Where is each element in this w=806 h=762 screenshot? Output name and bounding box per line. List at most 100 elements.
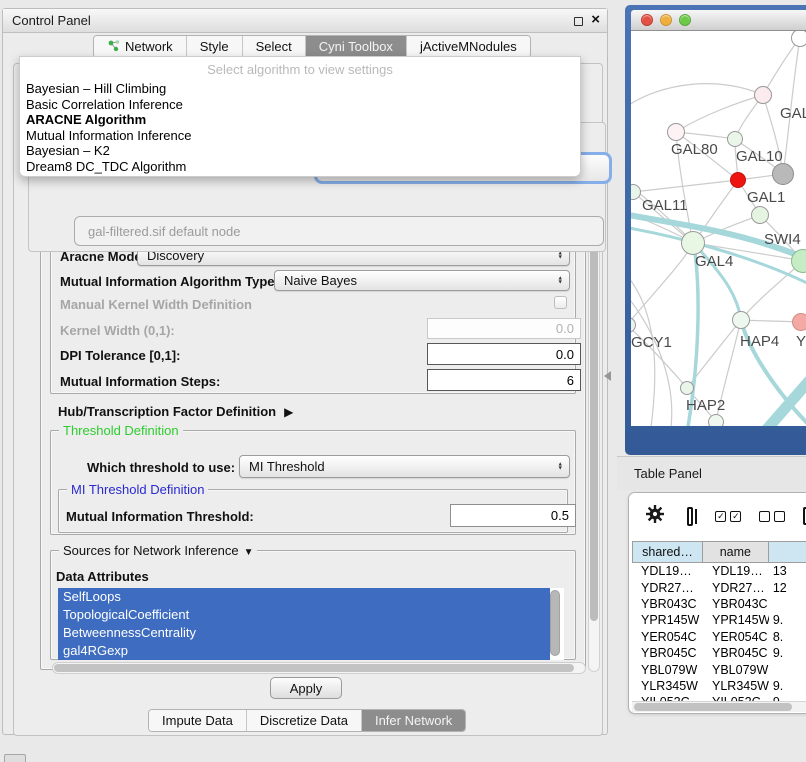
network-node-gal4[interactable]	[681, 231, 705, 255]
sources-group-title[interactable]: Sources for Network Inference ▼	[59, 543, 257, 558]
network-view-window: GALGAL80GAL10GAL1GAL11SWI4GAL4GCY1HAP4YH…	[625, 5, 806, 455]
list-item[interactable]: gal4RGexp	[58, 642, 550, 660]
dropdown-item[interactable]: Bayesian – Hill Climbing	[20, 81, 580, 97]
table-cell: YBR045C	[703, 645, 769, 661]
table-row[interactable]: YER054CYER054C8.	[632, 629, 806, 645]
tab-network[interactable]: Network	[94, 36, 187, 57]
dpi-tolerance-field[interactable]: 0.0	[427, 343, 581, 365]
settings-horizontal-scrollbar[interactable]	[52, 662, 586, 674]
network-window-titlebar[interactable]	[631, 10, 806, 31]
expand-right-icon[interactable]: ▶	[284, 405, 293, 419]
close-icon[interactable]: ×	[591, 11, 600, 28]
manual-kernel-label: Manual Kernel Width Definition	[60, 297, 252, 312]
hub-section-label: Hub/Transcription Factor Definition	[58, 404, 276, 419]
hub-section-toggle[interactable]: Hub/Transcription Factor Definition ▶	[58, 404, 293, 419]
control-panel-titlebar[interactable]: Control Panel ×	[3, 9, 607, 33]
group-title: Threshold Definition	[59, 423, 183, 438]
mi-type-combo[interactable]: Naive Bayes ▲▼	[274, 270, 570, 291]
spinner-arrows-icon[interactable]: ▲▼	[558, 462, 563, 471]
table-row[interactable]: YDL19…YDL19…13	[632, 563, 806, 579]
spinner-arrows-icon[interactable]: ▲▼	[558, 251, 563, 260]
dropdown-item-aracne[interactable]: ARACNE Algorithm	[20, 112, 580, 128]
table-cell: YBR045C	[632, 645, 703, 661]
tab-cyni-toolbox[interactable]: Cyni Toolbox	[306, 36, 407, 57]
table-row[interactable]: YBR045CYBR045C9.	[632, 645, 806, 661]
dropdown-item[interactable]: Mutual Information Inference	[20, 128, 580, 144]
settings-gear-icon[interactable]	[645, 504, 665, 529]
collapse-down-icon[interactable]: ▼	[244, 547, 254, 558]
field-value: 0.5	[551, 508, 569, 523]
tab-label: Style	[200, 39, 229, 54]
table-cell: 9.	[769, 678, 806, 694]
dropdown-item[interactable]: Dream8 DC_TDC Algorithm	[20, 159, 580, 175]
apply-button[interactable]: Apply	[270, 677, 342, 699]
column-label: shared…	[642, 545, 693, 559]
table-row[interactable]: YBR043CYBR043C	[632, 596, 806, 612]
network-node-gal80[interactable]	[667, 123, 685, 141]
scrollbar-thumb[interactable]	[634, 703, 792, 711]
select-all-checkboxes-icon[interactable]: ✓ ✓	[715, 511, 741, 522]
panel-splitter-handle[interactable]	[604, 371, 611, 381]
network-node[interactable]	[708, 414, 724, 426]
scrollbar-thumb[interactable]	[54, 664, 574, 672]
dropdown-item[interactable]: Bayesian – K2	[20, 143, 580, 159]
network-node-y[interactable]	[792, 313, 806, 331]
list-item[interactable]: BetweennessCentrality	[58, 624, 550, 642]
manual-kernel-checkbox[interactable]	[554, 296, 567, 309]
kernel-width-field[interactable]: 0.0	[427, 318, 581, 339]
data-attributes-label: Data Attributes	[56, 569, 149, 584]
list-item[interactable]: SelfLoops	[58, 588, 550, 606]
deselect-all-checkboxes-icon[interactable]	[759, 511, 785, 522]
network-node-label: GAL10	[736, 148, 783, 165]
table-row[interactable]: YBL079WYBL079W	[632, 661, 806, 677]
network-node-hap2[interactable]	[680, 381, 694, 395]
network-edges	[631, 31, 806, 426]
list-item[interactable]: TopologicalCoefficient	[58, 606, 550, 624]
table-row[interactable]: YDR27…YDR27…12	[632, 579, 806, 595]
network-node[interactable]	[751, 206, 769, 224]
network-node[interactable]	[772, 163, 794, 185]
tab-infer-network[interactable]: Infer Network	[362, 710, 465, 731]
network-node-label: GAL	[780, 105, 806, 122]
table-body[interactable]: YDL19…YDL19…13YDR27…YDR27…12YBR043CYBR04…	[632, 563, 806, 713]
dropdown-placeholder: Select algorithm to view settings	[20, 57, 580, 81]
table-horizontal-scrollbar[interactable]	[632, 701, 806, 712]
spinner-arrows-icon[interactable]: ▲▼	[558, 276, 563, 285]
tab-style[interactable]: Style	[187, 36, 243, 57]
table-cell: YLR345W	[703, 678, 769, 694]
dropdown-item[interactable]: Basic Correlation Inference	[20, 97, 580, 113]
table-row[interactable]: YPR145WYPR145W9.	[632, 612, 806, 628]
network-node-gal10[interactable]	[727, 131, 743, 147]
network-node-gal[interactable]	[754, 86, 772, 104]
zoom-traffic-light-icon[interactable]	[679, 14, 691, 26]
list-vertical-scrollbar[interactable]	[550, 590, 560, 656]
close-traffic-light-icon[interactable]	[641, 14, 653, 26]
mi-threshold-field[interactable]: 0.5	[450, 504, 576, 527]
tab-impute-data[interactable]: Impute Data	[149, 710, 247, 731]
network-node-hap4[interactable]	[732, 311, 750, 329]
bottom-left-partial-button[interactable]	[4, 754, 26, 762]
mi-steps-field[interactable]: 6	[427, 369, 581, 391]
tab-label: Network	[125, 39, 173, 54]
network-canvas[interactable]: GALGAL80GAL10GAL1GAL11SWI4GAL4GCY1HAP4YH…	[631, 31, 806, 426]
show-columns-icon[interactable]	[687, 507, 693, 526]
group-title: Sources for Network Inference	[63, 543, 239, 558]
tab-label: Cyni Toolbox	[319, 39, 393, 54]
which-threshold-combo[interactable]: MI Threshold ▲▼	[239, 455, 570, 478]
column-header-clipped[interactable]	[769, 541, 806, 563]
table-row[interactable]: YLR345WYLR345W9.	[632, 678, 806, 694]
float-window-icon[interactable]	[574, 17, 583, 26]
network-selector-combo[interactable]: gal-filtered.sif default node	[74, 216, 604, 246]
column-header-name[interactable]: name	[703, 541, 769, 563]
tab-jactivemnodules[interactable]: jActiveMNodules	[407, 36, 530, 57]
scrollbar-thumb[interactable]	[590, 197, 598, 621]
tab-select[interactable]: Select	[243, 36, 306, 57]
settings-vertical-scrollbar[interactable]	[588, 194, 600, 672]
minimize-traffic-light-icon[interactable]	[660, 14, 672, 26]
network-node-gal1[interactable]	[730, 172, 746, 188]
tab-discretize-data[interactable]: Discretize Data	[247, 710, 362, 731]
column-header-shared-name[interactable]: shared…	[632, 541, 703, 563]
data-attributes-list[interactable]: SelfLoops TopologicalCoefficient Between…	[58, 588, 564, 660]
network-node[interactable]	[791, 31, 806, 47]
column-label: name	[720, 545, 751, 559]
